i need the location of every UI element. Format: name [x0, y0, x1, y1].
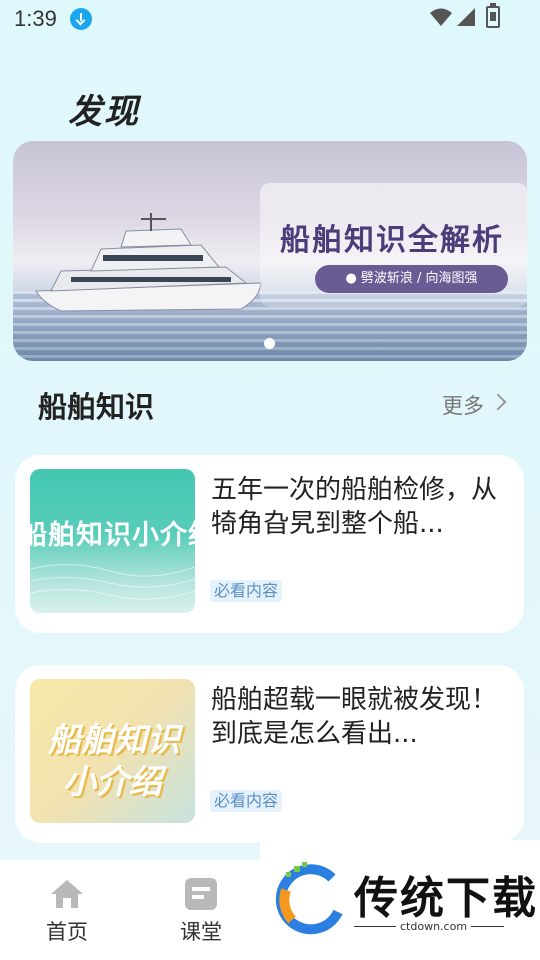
signal-icon [457, 8, 475, 26]
article-tag: 必看内容 [210, 580, 283, 602]
carousel-indicator[interactable] [264, 338, 275, 349]
more-link[interactable]: 更多 [442, 390, 484, 420]
battery-icon [486, 3, 500, 28]
article-title[interactable]: 五年一次的船舶检修，从犄角旮旯到整个船... [211, 473, 503, 541]
watermark-url: ctdown.com [396, 920, 472, 933]
thumbnail-text-line1: 船舶知识 [48, 720, 180, 759]
banner-title: 船舶知识全解析 [280, 223, 504, 258]
article-tag: 必看内容 [210, 790, 283, 812]
article-card[interactable]: 船舶知识小介绍 五年一次的船舶检修，从犄角旮旯到整个船... 必看内容 [15, 455, 524, 633]
nav-label-classroom: 课堂 [180, 920, 222, 944]
article-card[interactable]: 船舶知识 小介绍 船舶超载一眼就被发现！到底是怎么看出... 必看内容 [15, 665, 524, 843]
status-bar: 1:39 [0, 0, 540, 38]
watermark: 传统下载 ctdown.com [260, 840, 540, 960]
article-thumbnail: 船舶知识小介绍 [30, 469, 195, 613]
wifi-icon [430, 8, 452, 26]
nav-label-home: 首页 [46, 920, 88, 944]
page-title: 发现 [68, 92, 140, 132]
download-icon [70, 8, 92, 30]
nav-item-classroom[interactable]: 课堂 [161, 878, 241, 948]
article-title[interactable]: 船舶超载一眼就被发现！到底是怎么看出... [211, 683, 503, 751]
watermark-logo-icon [275, 862, 343, 935]
banner-subtitle: ● 劈波斩浪 / 向海图强 [315, 265, 508, 293]
yacht-image [35, 213, 262, 312]
article-thumbnail: 船舶知识 小介绍 [30, 679, 195, 823]
watermark-text: 传统下载 [354, 873, 538, 924]
thumbnail-text-line2: 小介绍 [63, 762, 162, 801]
thumbnail-text: 船舶知识小介绍 [30, 520, 195, 551]
chevron-right-icon[interactable] [489, 393, 507, 411]
home-icon [51, 880, 83, 908]
banner-carousel[interactable]: 船舶知识全解析 ● 劈波斩浪 / 向海图强 [13, 141, 527, 361]
status-time: 1:39 [14, 6, 57, 31]
nav-item-home[interactable]: 首页 [27, 878, 107, 948]
section-title: 船舶知识 [38, 390, 155, 424]
classroom-icon [185, 878, 217, 910]
